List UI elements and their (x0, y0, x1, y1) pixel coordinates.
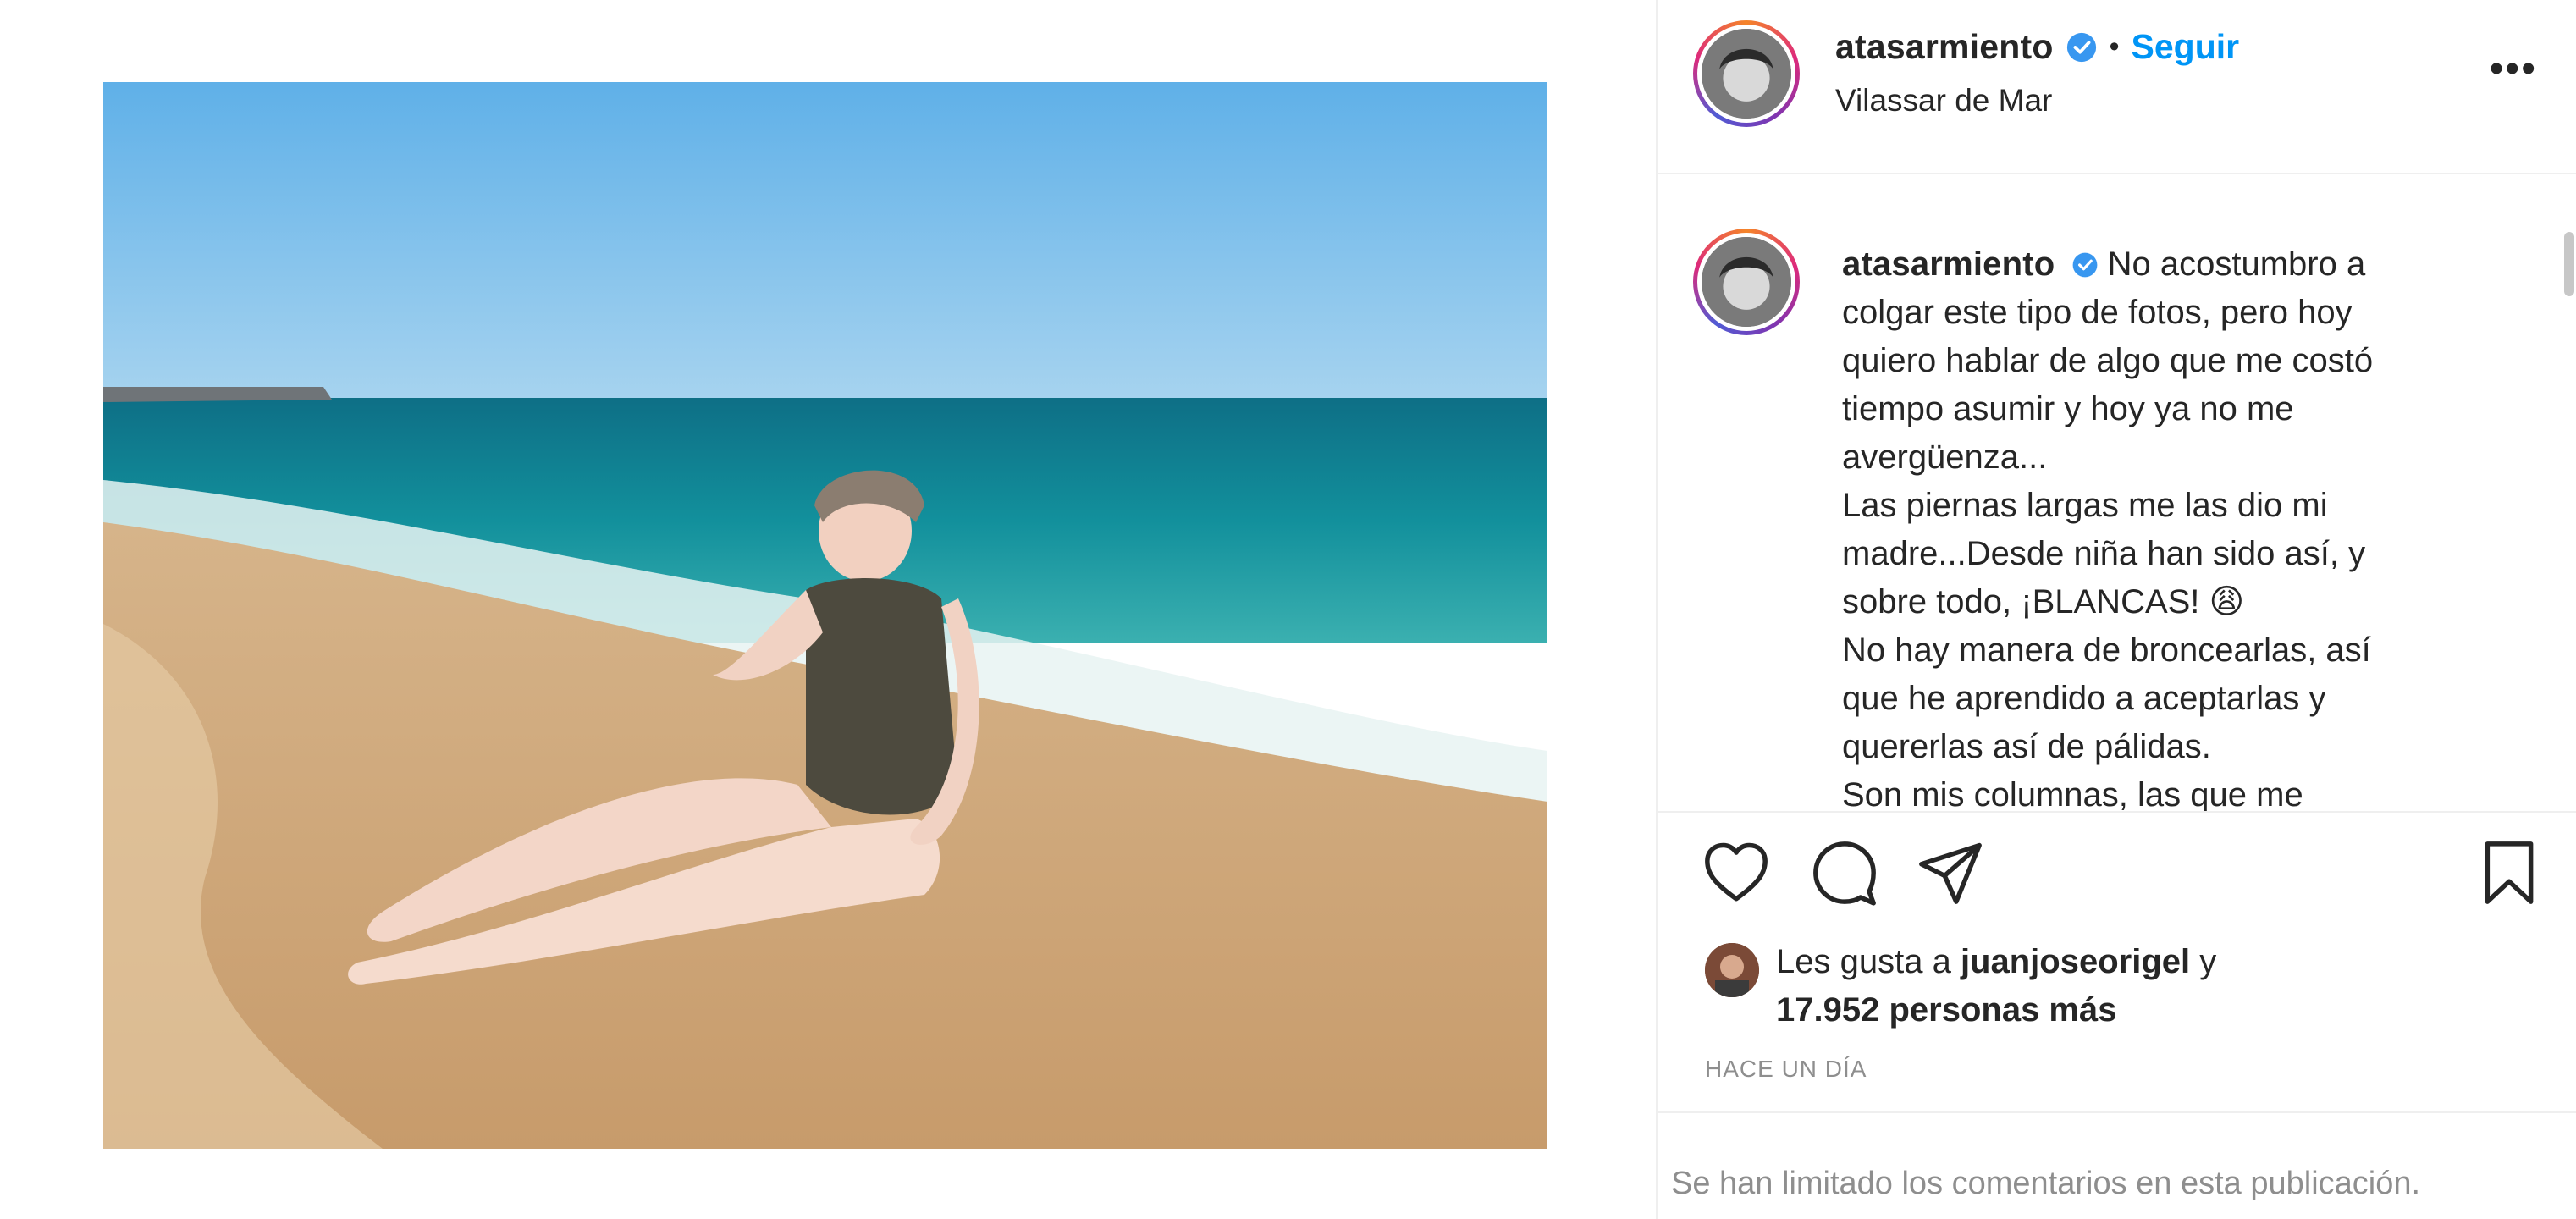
verified-icon (2066, 31, 2098, 63)
comments-limited-notice: Se han limitado los comentarios en esta … (1658, 1111, 2576, 1219)
caption-scrollbar[interactable] (2564, 232, 2574, 296)
post-photo[interactable] (103, 82, 1547, 1149)
caption-line: que he aprendido a aceptarlas y (1842, 680, 2326, 717)
caption-line: avergüenza... (1842, 439, 2048, 476)
heart-icon[interactable] (1702, 838, 1771, 907)
caption-line: quererlas así de pálidas. (1842, 728, 2211, 765)
post-location[interactable]: Vilassar de Mar (1835, 83, 2052, 119)
caption-line: No acostumbro a (2107, 245, 2366, 283)
action-bar (1658, 814, 2576, 916)
post-side-panel: atasarmiento • Seguir Vilassar de Mar ••… (1656, 0, 2576, 1219)
caption-avatar[interactable] (1693, 229, 1800, 335)
likes-text: Les gusta a juanjoseorigel y 17.952 pers… (1776, 938, 2216, 1034)
caption-line: sobre todo, ¡BLANCAS! 😩 (1842, 583, 2245, 621)
caption-line: No hay manera de broncearlas, así (1842, 632, 2371, 669)
post-header: atasarmiento • Seguir Vilassar de Mar ••… (1658, 0, 2576, 174)
verified-icon (2071, 244, 2099, 278)
caption-line: Las piernas largas me las dio mi (1842, 487, 2328, 524)
caption-line: tiempo asumir y hoy ya no me (1842, 390, 2294, 427)
liker-avatar[interactable] (1705, 943, 1759, 997)
caption-username[interactable]: atasarmiento (1842, 245, 2055, 283)
separator-dot: • (2109, 30, 2120, 63)
caption-line: quiero hablar de algo que me costó (1842, 342, 2374, 379)
comment-icon[interactable] (1810, 838, 1879, 907)
author-avatar[interactable] (1693, 20, 1800, 127)
share-icon[interactable] (1916, 838, 1985, 907)
avatar-image (1702, 29, 1791, 119)
caption-line: madre...Desde niña han sido así, y (1842, 535, 2366, 572)
likes-summary: Les gusta a juanjoseorigel y 17.952 pers… (1705, 938, 2216, 1034)
likes-prefix: Les gusta a (1776, 943, 1961, 980)
caption-line: colgar este tipo de fotos, pero hoy (1842, 294, 2353, 331)
caption-line: Son mis columnas, las que me (1842, 776, 2303, 813)
post-timestamp[interactable]: HACE UN DÍA (1705, 1056, 1867, 1083)
more-icon[interactable]: ••• (2490, 49, 2537, 90)
bookmark-icon[interactable] (2474, 838, 2544, 907)
beach-photo-image (103, 82, 1547, 1149)
post-media-area (0, 0, 1656, 1219)
caption-text: atasarmiento No acostumbro a colgar este… (1842, 240, 2519, 813)
likes-count[interactable]: 17.952 personas más (1776, 986, 2216, 1034)
author-username[interactable]: atasarmiento (1835, 27, 2054, 67)
likes-suffix: y (2190, 943, 2217, 980)
liker-username[interactable]: juanjoseorigel (1961, 943, 2190, 980)
author-line: atasarmiento • Seguir (1835, 27, 2239, 67)
caption-area: atasarmiento No acostumbro a colgar este… (1658, 176, 2576, 813)
follow-button[interactable]: Seguir (2132, 27, 2240, 67)
avatar-image (1702, 237, 1791, 327)
